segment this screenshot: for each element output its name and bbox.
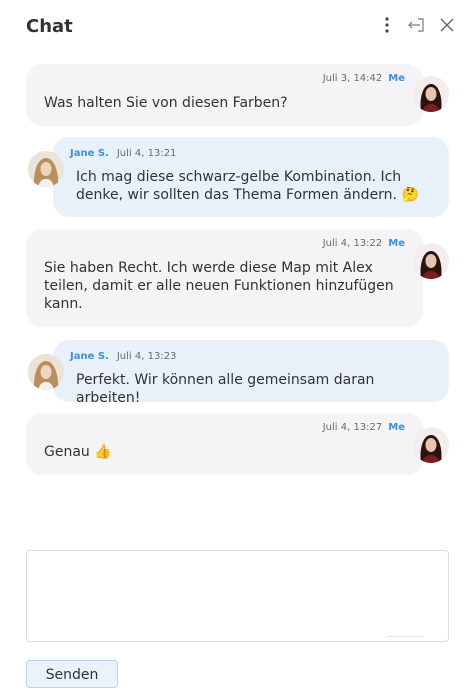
send-button[interactable]: Senden — [26, 660, 118, 688]
message-bubble-me: Juli 4, 13:27 Me Genau 👍 — [26, 413, 423, 475]
message-text: Genau 👍 — [44, 443, 397, 461]
message-text-content: Ich mag diese schwarz-gelbe Kombination.… — [76, 169, 402, 203]
message-sender: Me — [388, 422, 405, 433]
thumbs-up-emoji: 👍 — [94, 444, 112, 460]
header-actions — [378, 16, 456, 34]
message-meta: Jane S. Juli 4, 13:23 — [70, 348, 176, 366]
message-text-content: Was halten Sie von diesen Farben? — [44, 95, 288, 111]
message-input[interactable] — [26, 550, 449, 642]
avatar-me — [413, 243, 449, 279]
message-sender: Me — [388, 73, 405, 84]
message-sender: Jane S. — [70, 351, 109, 362]
chat-title: Chat — [26, 16, 73, 37]
collapse-panel-icon[interactable] — [408, 16, 426, 34]
avatar-me — [413, 76, 449, 112]
avatar-jane — [28, 354, 64, 390]
resize-handle[interactable] — [388, 636, 424, 637]
message-time: Juli 4, 13:27 — [322, 422, 383, 433]
avatar-me — [413, 427, 449, 463]
avatar-jane — [28, 151, 64, 187]
message-time: Juli 4, 13:23 — [116, 351, 177, 362]
chat-header: Chat — [26, 16, 456, 44]
message-bubble-me: Juli 3, 14:42 Me Was halten Sie von diese… — [26, 64, 423, 126]
message-meta: Juli 4, 13:22 Me — [323, 235, 405, 253]
message-text-content: Genau — [44, 444, 90, 460]
message-time: Juli 4, 13:22 — [322, 238, 383, 249]
message-sender: Jane S. — [70, 148, 109, 159]
message-time: Juli 4, 13:21 — [116, 148, 177, 159]
message-time: Juli 3, 14:42 — [322, 73, 383, 84]
message-sender: Me — [388, 238, 405, 249]
message-bubble-me: Juli 4, 13:22 Me Sie haben Recht. Ich wer… — [26, 229, 423, 327]
message-meta: Juli 3, 14:42 Me — [323, 70, 405, 88]
message-text: Sie haben Recht. Ich werde diese Map mit… — [44, 259, 397, 313]
message-text-content: Sie haben Recht. Ich werde diese Map mit… — [44, 260, 394, 312]
thinking-emoji: 🤔 — [401, 187, 419, 203]
message-text: Ich mag diese schwarz-gelbe Kombination.… — [76, 168, 431, 204]
message-meta: Jane S. Juli 4, 13:21 — [70, 145, 176, 163]
message-text-content: Perfekt. Wir können alle gemeinsam daran… — [76, 372, 375, 406]
message-bubble-other: Jane S. Juli 4, 13:21 Ich mag diese schwa… — [53, 137, 449, 217]
message-bubble-other: Jane S. Juli 4, 13:23 Perfekt. Wir können… — [53, 340, 449, 406]
close-icon[interactable] — [438, 16, 456, 34]
message-text: Was halten Sie von diesen Farben? — [44, 94, 397, 112]
message-text: Perfekt. Wir können alle gemeinsam daran… — [76, 371, 443, 407]
message-meta: Juli 4, 13:27 Me — [323, 419, 405, 437]
more-vertical-icon[interactable] — [378, 16, 396, 34]
